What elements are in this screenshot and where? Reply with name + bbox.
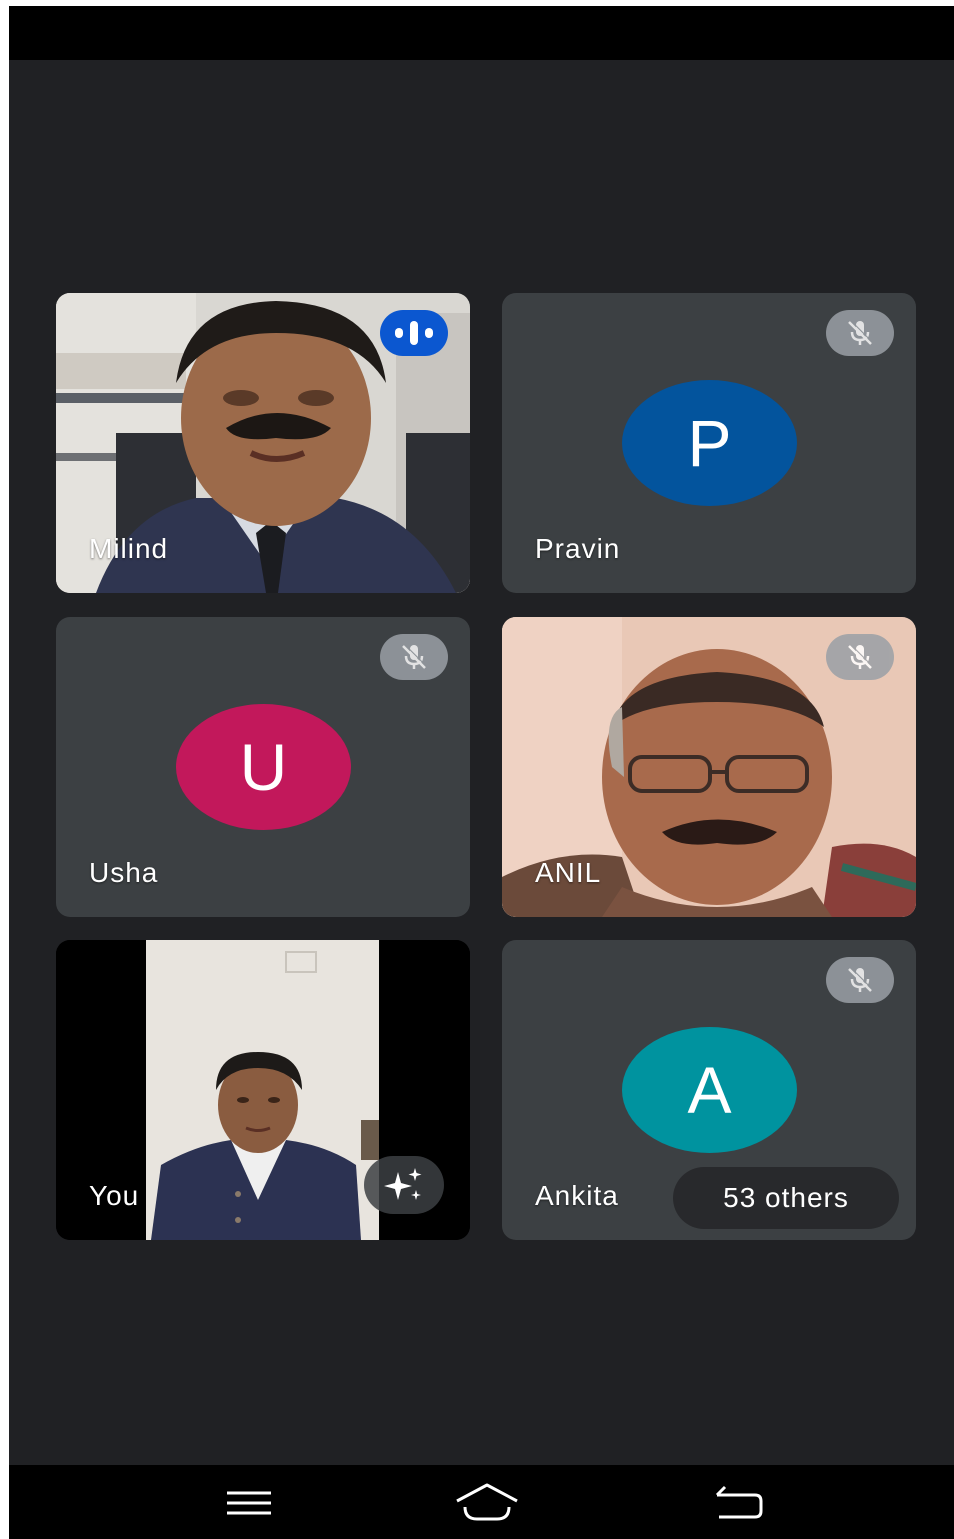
back-icon bbox=[715, 1485, 763, 1519]
mic-off-icon bbox=[826, 310, 894, 356]
home-icon bbox=[456, 1483, 518, 1521]
menu-button[interactable] bbox=[209, 1475, 289, 1531]
participant-tile-anil[interactable]: ANIL bbox=[502, 617, 916, 917]
system-nav-bar bbox=[9, 1465, 954, 1539]
participant-name: You bbox=[89, 1180, 140, 1211]
avatar: A bbox=[622, 1027, 797, 1153]
participant-tile-ankita[interactable]: A Ankita 53 others bbox=[502, 940, 916, 1240]
mic-off-icon bbox=[826, 634, 894, 680]
others-count-button[interactable]: 53 others bbox=[673, 1167, 899, 1229]
sparkle-icon bbox=[384, 1168, 422, 1200]
mic-off-icon bbox=[826, 957, 894, 1003]
avatar: U bbox=[176, 704, 351, 830]
home-button[interactable] bbox=[447, 1475, 527, 1531]
participant-name: ANIL bbox=[535, 857, 602, 888]
participant-name: Milind bbox=[89, 533, 169, 564]
participant-tile-usha[interactable]: U Usha bbox=[56, 617, 470, 917]
mic-off-icon bbox=[380, 634, 448, 680]
effects-button[interactable] bbox=[364, 1156, 444, 1214]
participant-name: Usha bbox=[89, 857, 159, 888]
menu-icon bbox=[227, 1491, 271, 1515]
meet-screen: Milind P Pravin U Usha ANIL You A Ankita… bbox=[9, 6, 954, 1539]
participant-tile-self[interactable]: You bbox=[56, 940, 470, 1240]
participant-tile-milind[interactable]: Milind bbox=[56, 293, 470, 593]
participant-name: Ankita bbox=[535, 1180, 619, 1211]
status-bar bbox=[9, 6, 954, 60]
avatar: P bbox=[622, 380, 797, 506]
speaking-icon bbox=[380, 310, 448, 356]
back-button[interactable] bbox=[699, 1475, 779, 1531]
participant-tile-pravin[interactable]: P Pravin bbox=[502, 293, 916, 593]
participant-name: Pravin bbox=[535, 533, 621, 564]
